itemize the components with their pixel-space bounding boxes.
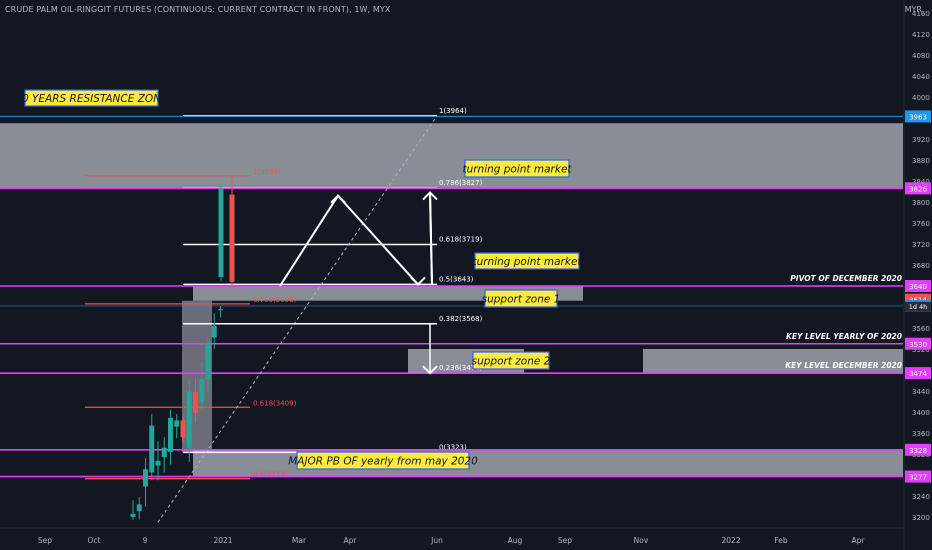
time-tick-label: 2022 xyxy=(721,536,740,545)
price-chart[interactable]: 1(3964) 0.786(3827) 0.618(3719) 0.5(3643) 0.… xyxy=(0,0,932,550)
candle-body xyxy=(149,425,155,473)
time-tick-label: Apr xyxy=(344,536,358,545)
price-tick-label: 3560 xyxy=(912,325,930,333)
candle-body xyxy=(130,513,136,517)
candle-body xyxy=(143,469,148,487)
price-tick-label: 4080 xyxy=(912,52,930,60)
key-level-label: PIVOT OF DECEMBER 2020 xyxy=(790,274,902,283)
candle-body xyxy=(199,378,205,403)
fib-label: 0.618(3719) xyxy=(439,236,483,244)
price-tick-label: 4000 xyxy=(912,94,930,102)
price-tag-label: 3474 xyxy=(909,370,927,378)
fib-label: 0.5(3643) xyxy=(439,275,474,283)
price-tag-label: 3963 xyxy=(909,113,927,121)
chart-title: CRUDE PALM OIL-RINGGIT FUTURES (CONTINUO… xyxy=(5,5,391,14)
price-tag-label: 3826 xyxy=(909,185,927,193)
note-text: 10 YEARS RESISTANCE ZONE xyxy=(15,93,168,105)
key-level-label: KEY LEVEL DECEMBER 2020 xyxy=(785,361,902,370)
price-tag-label: 3530 xyxy=(909,341,927,349)
candle-body xyxy=(229,194,235,282)
fib-label-secondary: 0.618(3409) xyxy=(253,399,297,407)
price-tick-label: 4120 xyxy=(912,31,930,39)
candle-body xyxy=(218,309,223,311)
fib-label: 1(3964) xyxy=(439,107,467,115)
candle-body xyxy=(155,460,161,466)
candle-body xyxy=(205,343,211,380)
fib-label-secondary: 0.786(3606) xyxy=(253,296,297,304)
time-tick-label: 9 xyxy=(143,536,148,545)
price-tick-label: 3800 xyxy=(912,199,930,207)
price-tag-label: 3328 xyxy=(909,447,927,455)
time-tick-label: Sep xyxy=(38,536,52,545)
candle-body xyxy=(174,420,180,427)
key-level-label: KEY LEVEL YEARLY OF 2020 xyxy=(786,332,902,341)
price-tick-label: 3920 xyxy=(912,136,930,144)
time-tick-label: Apr xyxy=(852,536,866,545)
fib-label-secondary: 0.5(3273) xyxy=(253,471,288,479)
candle-body xyxy=(161,447,167,458)
candle-body xyxy=(186,391,192,448)
candle-body xyxy=(218,188,224,278)
note-text: support zone 2 xyxy=(472,356,551,368)
time-tick-label: Sep xyxy=(558,536,572,545)
price-tick-label: 3200 xyxy=(912,514,930,522)
price-tick-label: 4040 xyxy=(912,73,930,81)
price-tick-label: 3360 xyxy=(912,430,930,438)
time-tick-label: Mar xyxy=(292,536,307,545)
countdown-label: 1d 4h xyxy=(909,303,928,311)
note-text: support zone 1 xyxy=(482,294,561,306)
time-tick-label: Oct xyxy=(88,536,101,545)
candle-body xyxy=(211,325,217,338)
fib-label: 0.382(3568) xyxy=(439,315,483,323)
note-text: turning point market xyxy=(462,164,572,176)
candle-body xyxy=(180,420,186,438)
note-text: turning point market xyxy=(472,256,582,268)
time-tick-label: Jun xyxy=(430,536,443,545)
candle-body xyxy=(168,417,173,452)
currency-label: MYR xyxy=(904,5,922,14)
price-tick-label: 3680 xyxy=(912,262,930,270)
time-tick-label: Aug xyxy=(508,536,523,545)
fib-label-secondary: 1(3850) xyxy=(253,168,281,176)
fib-label: 0.786(3827) xyxy=(439,179,483,187)
candle-body xyxy=(136,504,142,512)
price-tick-label: 3880 xyxy=(912,157,930,165)
price-tick-label: 3440 xyxy=(912,388,930,396)
price-tag-label: 3640 xyxy=(909,283,927,291)
price-tick-label: 3760 xyxy=(912,220,930,228)
candle-body xyxy=(193,392,198,414)
price-tag-label: 3277 xyxy=(909,474,927,482)
note-text: MAJOR PB OF yearly from may 2020 xyxy=(288,456,478,468)
price-tick-label: 3400 xyxy=(912,409,930,417)
price-tick-label: 3720 xyxy=(912,241,930,249)
time-tick-label: 2021 xyxy=(213,536,232,545)
time-tick-label: Feb xyxy=(774,536,788,545)
time-tick-label: Nov xyxy=(634,536,649,545)
price-tick-label: 3240 xyxy=(912,493,930,501)
